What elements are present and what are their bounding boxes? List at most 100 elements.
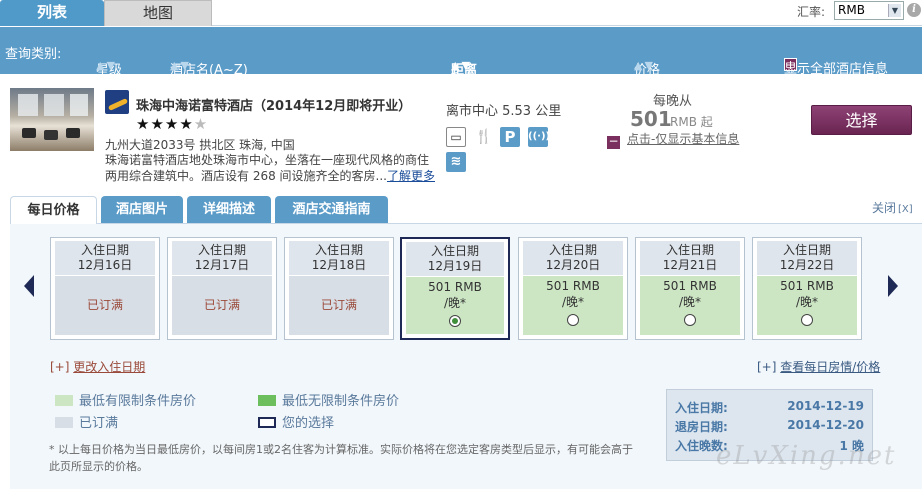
day-price: 501 RMB/晚* [523, 276, 623, 335]
day-status: 已订满 [289, 276, 389, 335]
close-icon: [X] [898, 204, 913, 215]
day-radio[interactable] [801, 314, 813, 326]
change-date-label: 更改入住日期 [73, 360, 146, 374]
day-radio[interactable] [449, 315, 461, 327]
day-date: 12月22日 [779, 258, 835, 272]
day-header: 入住日期 12月19日 [406, 242, 504, 276]
day-status: 已订满 [172, 276, 272, 335]
parking-icon: P [500, 127, 520, 147]
close-label: 关闭 [872, 201, 897, 215]
checkin-label: 入住日期 [430, 244, 479, 258]
star-empty-icon: ★ [193, 115, 209, 133]
day-date: 12月19日 [427, 259, 483, 273]
legend-swatch [258, 417, 276, 428]
summary-checkout-value: 2014-12-20 [787, 418, 864, 432]
checkin-label: 入住日期 [197, 243, 246, 257]
legend-full: 已订满 [55, 412, 118, 431]
view-daily-label: 查看每日房情/价格 [780, 360, 881, 374]
view-daily-rates-link[interactable]: [+] 查看每日房情/价格 [757, 358, 880, 375]
checkin-label: 入住日期 [548, 243, 597, 257]
tab-hotel-photos[interactable]: 酒店图片 [101, 196, 183, 223]
tab-transport-guide[interactable]: 酒店交通指南 [275, 196, 388, 223]
summary-checkout-label: 退房日期: [675, 420, 728, 434]
next-arrow-icon[interactable] [888, 275, 898, 297]
day-cell[interactable]: 入住日期 12月22日 501 RMB/晚* [752, 237, 862, 340]
day-radio[interactable] [684, 314, 696, 326]
day-date: 12月16日 [77, 258, 133, 272]
checkin-label: 入住日期 [314, 243, 363, 257]
summary-checkin-value: 2014-12-19 [787, 399, 864, 413]
day-cell-selected[interactable]: 入住日期 12月19日 501 RMB/晚* [400, 237, 510, 340]
exchange-rate-label: 汇率: [797, 5, 826, 19]
sort-arrows-icon[interactable]: ▲▼ [634, 59, 655, 72]
legend-label: 您的选择 [282, 416, 335, 431]
day-price: 501 RMB/晚* [757, 276, 857, 335]
watermark: eLvXing.net [716, 441, 897, 471]
day-price: 501 RMB/晚* [406, 277, 504, 334]
day-price-unit: /晚* [561, 295, 585, 309]
brand-logo-icon [105, 90, 129, 114]
legend-swatch [55, 395, 73, 406]
info-icon[interactable]: i [907, 3, 921, 17]
hotel-name[interactable]: 珠海中海诺富特酒店（2014年12月即将开业） [136, 95, 411, 114]
hotel-description: 珠海诺富特酒店地处珠海市中心，坐落在一座现代风格的商住两用综合建筑中。酒店设有 … [105, 152, 435, 184]
close-link[interactable]: 关闭 [X] [872, 199, 913, 216]
tab-description[interactable]: 详细描述 [187, 196, 271, 223]
tab-map[interactable]: 地图 [104, 0, 212, 26]
tab-list[interactable]: 列表 [0, 0, 104, 26]
sort-arrows-icon[interactable]: ▲▼ [451, 59, 472, 72]
computer-icon: ▭ [446, 127, 466, 147]
expand-prefix: [+] [50, 360, 70, 374]
legend-swatch [55, 417, 73, 428]
legend-label: 最低无限制条件房价 [282, 394, 400, 409]
change-checkin-date-link[interactable]: [+] 更改入住日期 [50, 358, 145, 375]
query-type-label: 查询类别: [5, 47, 62, 62]
day-date: 12月20日 [545, 258, 601, 272]
day-cell[interactable]: 入住日期 12月20日 501 RMB/晚* [518, 237, 628, 340]
hotel-description-text: 珠海诺富特酒店地处珠海市中心，坐落在一座现代风格的商住两用综合建筑中。酒店设有 … [105, 153, 430, 183]
day-cell[interactable]: 入住日期 12月21日 501 RMB/晚* [635, 237, 745, 340]
day-price-value: 501 RMB [428, 280, 482, 294]
day-price-unit: /晚* [678, 295, 702, 309]
minus-icon: − [607, 134, 620, 149]
day-cell: 入住日期 12月18日 已订满 [284, 237, 394, 340]
basic-info-label: 点击-仅显示基本信息 [627, 132, 740, 146]
legend-label: 最低有限制条件房价 [79, 394, 197, 409]
summary-checkout: 退房日期: 2014-12-20 [675, 418, 864, 435]
learn-more-link[interactable]: 了解更多 [387, 169, 435, 183]
summary-checkin: 入住日期: 2014-12-19 [675, 399, 864, 416]
select-button[interactable]: 选择 [811, 105, 912, 135]
day-header: 入住日期 12月16日 [55, 241, 155, 275]
day-price-unit: /晚* [795, 295, 819, 309]
day-header: 入住日期 12月22日 [757, 241, 857, 275]
day-cell: 入住日期 12月16日 已订满 [50, 237, 160, 340]
show-basic-info-link[interactable]: − 点击-仅显示基本信息 [607, 130, 739, 149]
wifi-icon: ((·)) [528, 127, 550, 147]
pool-icon: ≋ [446, 152, 466, 172]
day-header: 入住日期 12月17日 [172, 241, 272, 275]
legend-label: 已订满 [79, 416, 119, 431]
top-tab-bar: 列表 地图 汇率: RMB ▼ i [0, 0, 922, 26]
price-unit: RMB 起 [670, 115, 713, 129]
day-cell: 入住日期 12月17日 已订满 [167, 237, 277, 340]
day-price-value: 501 RMB [780, 279, 834, 293]
prev-arrow-icon[interactable] [24, 275, 34, 297]
day-price-value: 501 RMB [663, 279, 717, 293]
distance-to-center: 离市中心 5.53 公里 [446, 104, 562, 119]
checkin-label: 入住日期 [782, 243, 831, 257]
star-rating: ★★★★★ [136, 115, 208, 133]
summary-checkin-label: 入住日期: [675, 401, 728, 415]
hotel-photo[interactable] [10, 88, 94, 151]
exchange-rate-select[interactable]: RMB ▼ [834, 1, 904, 20]
day-price-unit: /晚* [443, 296, 467, 310]
tab-daily-price[interactable]: 每日价格 [10, 196, 97, 224]
sort-arrows-icon[interactable]: ▲▼ [96, 59, 117, 72]
star-icon: ★★★★ [136, 115, 194, 133]
restaurant-icon: 🍴 [474, 127, 494, 147]
sort-arrows-icon[interactable]: ▲▼ [170, 59, 191, 72]
day-radio[interactable] [567, 314, 579, 326]
price-amount: 501 [630, 107, 672, 131]
day-header: 入住日期 12月20日 [523, 241, 623, 275]
hotel-address: 九州大道2033号 拱北区 珠海, 中国 [105, 138, 295, 152]
sort-bar: 查询类别: 星级 ▲▼ 酒店名(A~Z) ▲▼ 距离 ▲▼ 价格 ▲▼ + 显示全… [0, 27, 922, 78]
